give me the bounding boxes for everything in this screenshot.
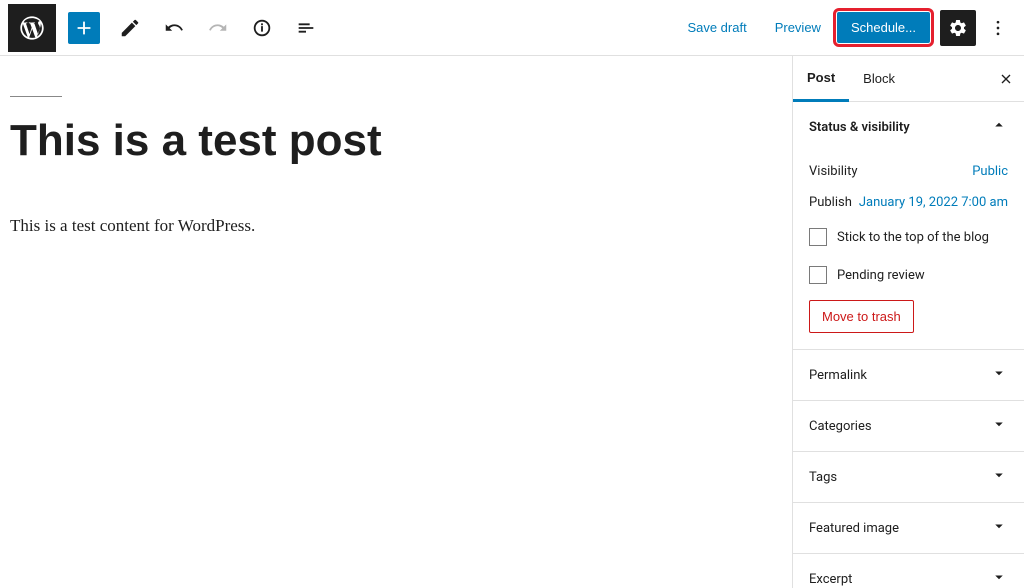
panel-body-status: Visibility Public Publish January 19, 20… — [793, 152, 1024, 349]
row-publish: Publish January 19, 2022 7:00 am — [809, 187, 1008, 218]
undo-icon — [163, 17, 185, 39]
panel-header-categories[interactable]: Categories — [793, 401, 1024, 451]
info-button[interactable] — [244, 10, 280, 46]
panel-header-excerpt[interactable]: Excerpt — [793, 554, 1024, 588]
tab-post[interactable]: Post — [793, 56, 849, 102]
topbar: Save draft Preview Schedule... — [0, 0, 1024, 56]
panel-excerpt: Excerpt — [793, 554, 1024, 588]
chevron-up-icon — [990, 116, 1008, 138]
panel-title: Excerpt — [809, 572, 852, 587]
close-sidebar-button[interactable] — [988, 71, 1024, 87]
pencil-icon — [119, 17, 141, 39]
publish-label: Publish — [809, 195, 852, 210]
add-block-button[interactable] — [68, 12, 100, 44]
topbar-right: Save draft Preview Schedule... — [675, 10, 1016, 46]
dots-vertical-icon — [988, 18, 1008, 38]
more-options-button[interactable] — [980, 10, 1016, 46]
panel-header-featured[interactable]: Featured image — [793, 503, 1024, 553]
pending-label: Pending review — [837, 268, 925, 283]
panel-permalink: Permalink — [793, 350, 1024, 401]
settings-sidebar: Post Block Status & visibility Visibilit… — [792, 56, 1024, 588]
chevron-down-icon — [990, 517, 1008, 539]
plus-icon — [73, 17, 95, 39]
sidebar-tabs: Post Block — [793, 56, 1024, 102]
chevron-down-icon — [990, 364, 1008, 386]
panel-featured-image: Featured image — [793, 503, 1024, 554]
settings-button[interactable] — [940, 10, 976, 46]
topbar-left — [8, 4, 328, 52]
panel-title: Status & visibility — [809, 120, 910, 135]
panel-title: Permalink — [809, 368, 867, 383]
title-block: This is a test post — [10, 96, 782, 168]
row-stick: Stick to the top of the blog — [809, 218, 1008, 256]
schedule-button[interactable]: Schedule... — [837, 12, 930, 43]
panel-header-status[interactable]: Status & visibility — [793, 102, 1024, 152]
panel-title: Tags — [809, 470, 837, 485]
wordpress-icon — [18, 14, 46, 42]
tab-block[interactable]: Block — [849, 57, 909, 100]
panel-tags: Tags — [793, 452, 1024, 503]
visibility-label: Visibility — [809, 164, 858, 179]
chevron-down-icon — [990, 466, 1008, 488]
title-separator — [10, 96, 62, 97]
visibility-value[interactable]: Public — [972, 164, 1008, 179]
panel-status-visibility: Status & visibility Visibility Public Pu… — [793, 102, 1024, 350]
chevron-down-icon — [990, 568, 1008, 588]
post-title[interactable]: This is a test post — [10, 115, 782, 168]
edit-tool-button[interactable] — [112, 10, 148, 46]
save-draft-button[interactable]: Save draft — [675, 12, 758, 43]
gear-icon — [948, 18, 968, 38]
list-icon — [295, 17, 317, 39]
wordpress-logo[interactable] — [8, 4, 56, 52]
row-visibility: Visibility Public — [809, 156, 1008, 187]
redo-button[interactable] — [200, 10, 236, 46]
panel-title: Featured image — [809, 521, 899, 536]
panel-header-permalink[interactable]: Permalink — [793, 350, 1024, 400]
row-pending: Pending review — [809, 256, 1008, 294]
redo-icon — [207, 17, 229, 39]
panel-categories: Categories — [793, 401, 1024, 452]
post-body[interactable]: This is a test content for WordPress. — [10, 216, 782, 236]
undo-button[interactable] — [156, 10, 192, 46]
editor-app: Save draft Preview Schedule... This is a… — [0, 0, 1024, 588]
editor-body: This is a test post This is a test conte… — [0, 56, 1024, 588]
publish-value[interactable]: January 19, 2022 7:00 am — [859, 195, 1008, 210]
pending-checkbox[interactable] — [809, 266, 827, 284]
move-to-trash-button[interactable]: Move to trash — [809, 300, 914, 333]
close-icon — [998, 71, 1014, 87]
chevron-down-icon — [990, 415, 1008, 437]
editor-canvas[interactable]: This is a test post This is a test conte… — [0, 56, 792, 588]
stick-label: Stick to the top of the blog — [837, 230, 989, 245]
preview-button[interactable]: Preview — [763, 12, 833, 43]
outline-button[interactable] — [288, 10, 324, 46]
info-icon — [251, 17, 273, 39]
panel-header-tags[interactable]: Tags — [793, 452, 1024, 502]
stick-checkbox[interactable] — [809, 228, 827, 246]
panel-title: Categories — [809, 419, 872, 434]
